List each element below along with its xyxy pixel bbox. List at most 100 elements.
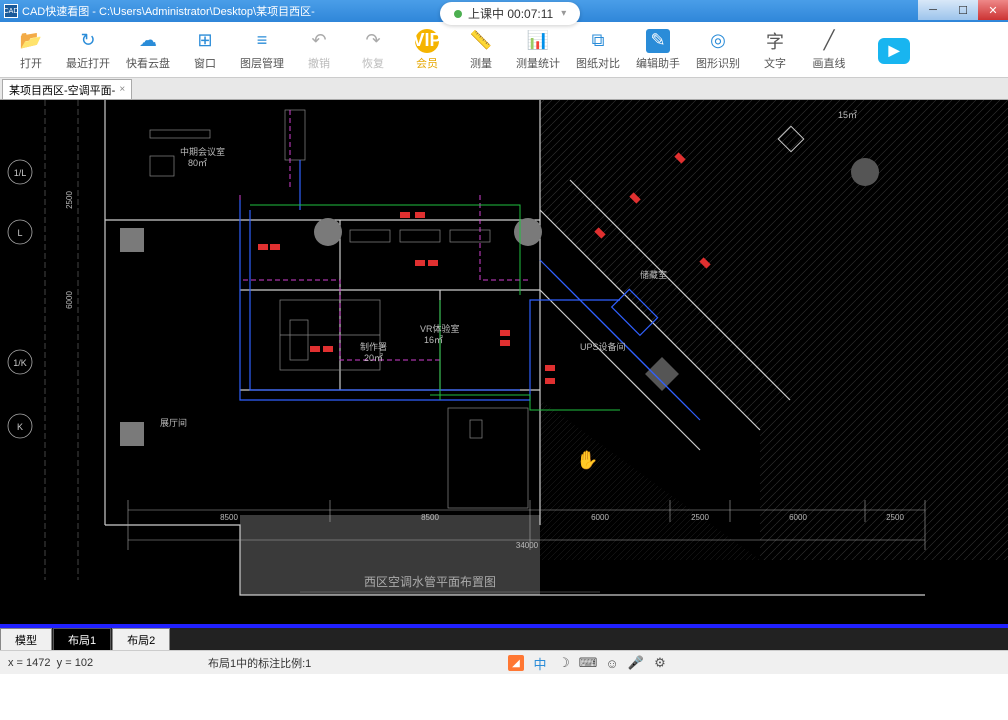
svg-text:80㎡: 80㎡ — [188, 158, 207, 168]
window-button[interactable]: ⊞ 窗口 — [178, 24, 232, 75]
cloud-label: 快看云盘 — [126, 55, 170, 71]
svg-text:16㎡: 16㎡ — [424, 335, 443, 345]
svg-text:6000: 6000 — [591, 513, 609, 522]
brand-text: 腾讯课堂 — [916, 36, 996, 65]
tray-app-icon[interactable]: ◢ — [508, 655, 524, 671]
scale-readout: 布局1中的标注比例:1 — [208, 655, 311, 671]
line-label: 画直线 — [813, 55, 846, 71]
tencent-classroom-logo: ▶ 腾讯课堂 — [878, 36, 996, 65]
history-icon: ↻ — [76, 29, 100, 53]
coord-y: 102 — [75, 657, 93, 669]
live-time: 00:07:11 — [507, 7, 553, 21]
svg-text:2500: 2500 — [886, 513, 904, 522]
redo-button[interactable]: ↷恢复 — [346, 24, 400, 75]
tray-cn-icon[interactable]: 中 — [532, 655, 548, 671]
cloud-icon: ☁ — [136, 29, 160, 53]
tray-smile-icon[interactable]: ☺ — [604, 655, 620, 671]
drawing-canvas[interactable]: 1/L L 1/K K — [0, 100, 1008, 674]
layout1-tab[interactable]: 布局1 — [53, 628, 111, 650]
window-icon: ⊞ — [193, 29, 217, 53]
coordinates-readout: x = 1472 y = 102 — [8, 657, 208, 669]
svg-text:UPS设备间: UPS设备间 — [580, 341, 626, 352]
text-button[interactable]: 字文字 — [748, 24, 802, 75]
layout2-tab[interactable]: 布局2 — [112, 628, 170, 650]
drawing-title: 西区空调水管平面布置图 — [364, 574, 496, 589]
live-label: 上课中 — [468, 5, 504, 22]
stats-icon: 📊 — [526, 29, 550, 53]
edit-icon: ✎ — [646, 29, 670, 53]
svg-text:20㎡: 20㎡ — [364, 353, 383, 363]
vip-label: 会员 — [416, 55, 438, 71]
vip-badge-icon: VIP — [415, 29, 439, 53]
main-toolbar: 📂打开 ↻最近打开 ☁快看云盘 ⊞窗口 ≡图层管理 ↶撤销 ↷恢复 VIP会员 … — [0, 22, 1008, 78]
compare-icon: ⧉ — [586, 29, 610, 53]
open-button[interactable]: 📂 打开 — [4, 24, 58, 75]
undo-icon: ↶ — [307, 29, 331, 53]
stats-button[interactable]: 📊 测量统计 — [508, 24, 568, 75]
redo-label: 恢复 — [362, 55, 384, 71]
svg-text:VR体验室: VR体验室 — [420, 323, 460, 334]
measure-button[interactable]: 📏 测量 — [454, 24, 508, 75]
document-tab[interactable]: 某项目西区-空调平面- × — [2, 79, 132, 99]
svg-text:储藏室: 储藏室 — [640, 269, 667, 280]
svg-text:6000: 6000 — [789, 513, 807, 522]
line-icon: ╱ — [817, 29, 841, 53]
text-label: 文字 — [764, 55, 786, 71]
minimize-button[interactable]: ─ — [918, 0, 948, 20]
compare-label: 图纸对比 — [576, 55, 620, 71]
layers-label: 图层管理 — [240, 55, 284, 71]
model-tab[interactable]: 模型 — [0, 628, 52, 650]
close-button[interactable]: ✕ — [978, 0, 1008, 20]
stats-label: 测量统计 — [516, 55, 560, 71]
live-dot-icon — [454, 10, 462, 18]
window-label: 窗口 — [194, 55, 216, 71]
tray-gear-icon[interactable]: ⚙ — [652, 655, 668, 671]
status-bar: x = 1472 y = 102 布局1中的标注比例:1 — [0, 650, 1008, 674]
tray-keyboard-icon[interactable]: ⌨ — [580, 655, 596, 671]
status-tray: ◢ 中 ☽ ⌨ ☺ 🎤 ⚙ — [508, 655, 668, 671]
tab-close-icon[interactable]: × — [119, 84, 125, 95]
edit-helper-button[interactable]: ✎ 编辑助手 — [628, 24, 688, 75]
document-tab-title: 某项目西区-空调平面- — [9, 82, 115, 98]
recognize-icon: ◎ — [706, 29, 730, 53]
play-icon: ▶ — [878, 38, 910, 64]
svg-text:8500: 8500 — [421, 513, 439, 522]
open-label: 打开 — [20, 55, 42, 71]
window-title: CAD快速看图 - C:\Users\Administrator\Desktop… — [22, 3, 315, 19]
tray-moon-icon[interactable]: ☽ — [556, 655, 572, 671]
vip-button[interactable]: VIP 会员 — [400, 24, 454, 75]
edit-label: 编辑助手 — [636, 55, 680, 71]
svg-text:中期会议室: 中期会议室 — [180, 146, 225, 157]
recent-button[interactable]: ↻ 最近打开 — [58, 24, 118, 75]
recent-label: 最近打开 — [66, 55, 110, 71]
svg-text:2500: 2500 — [65, 191, 74, 209]
measure-label: 测量 — [470, 55, 492, 71]
maximize-button[interactable]: ☐ — [948, 0, 978, 20]
recog-label: 图形识别 — [696, 55, 740, 71]
live-session-pill[interactable]: 上课中 00:07:11 ▾ — [440, 2, 580, 25]
app-icon: CAD — [4, 4, 18, 18]
document-tab-bar: 某项目西区-空调平面- × — [0, 78, 1008, 100]
svg-text:展厅间: 展厅间 — [160, 417, 187, 428]
svg-text:6000: 6000 — [65, 291, 74, 309]
compare-button[interactable]: ⧉ 图纸对比 — [568, 24, 628, 75]
svg-text:34000: 34000 — [516, 541, 539, 550]
svg-text:8500: 8500 — [220, 513, 238, 522]
window-controls: ─ ☐ ✕ — [918, 0, 1008, 20]
cad-drawing: 1/L L 1/K K — [0, 100, 1008, 674]
line-button[interactable]: ╱ 画直线 — [802, 24, 856, 75]
folder-open-icon: 📂 — [19, 29, 43, 53]
ruler-icon: 📏 — [469, 29, 493, 53]
svg-text:K: K — [17, 422, 23, 432]
svg-text:1/L: 1/L — [14, 168, 27, 178]
undo-button[interactable]: ↶ 撤销 — [292, 24, 346, 75]
svg-text:制作署: 制作署 — [360, 341, 387, 352]
recognize-button[interactable]: ◎ 图形识别 — [688, 24, 748, 75]
undo-label: 撤销 — [308, 55, 330, 71]
tray-mic-icon[interactable]: 🎤 — [628, 655, 644, 671]
svg-text:2500: 2500 — [691, 513, 709, 522]
cloud-button[interactable]: ☁ 快看云盘 — [118, 24, 178, 75]
layers-button[interactable]: ≡图层管理 — [232, 24, 292, 75]
svg-text:15㎡: 15㎡ — [838, 110, 857, 120]
svg-text:L: L — [17, 228, 22, 238]
